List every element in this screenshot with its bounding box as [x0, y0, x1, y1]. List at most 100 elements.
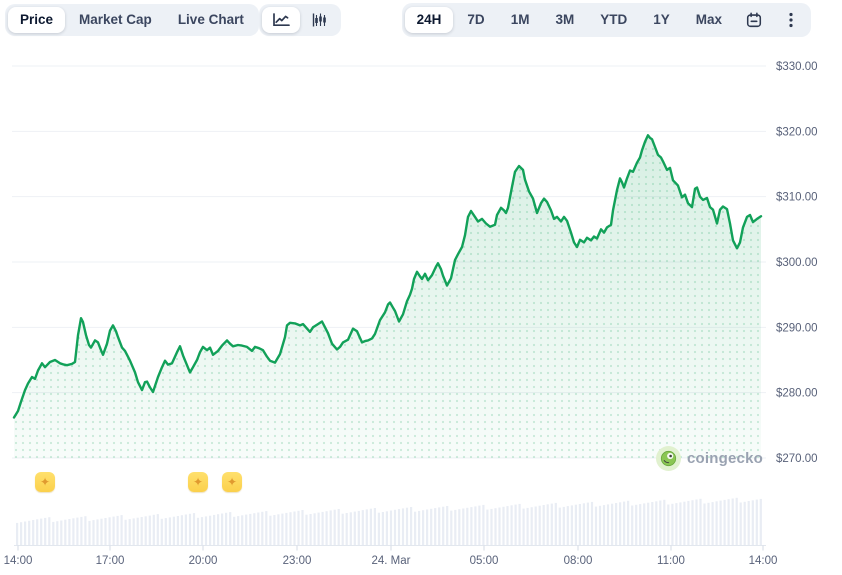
volume-bar — [454, 510, 456, 546]
volume-bar — [531, 507, 533, 545]
volume-bar — [382, 512, 384, 546]
volume-bar — [567, 506, 569, 545]
volume-bar — [310, 514, 312, 546]
price-area-dots — [14, 135, 761, 458]
volume-bar — [555, 503, 557, 546]
volume-bar — [482, 505, 484, 546]
x-axis-label: 11:00 — [657, 555, 685, 567]
volume-bar — [720, 501, 722, 546]
volume-bar — [740, 503, 742, 546]
volume-bar — [24, 522, 26, 546]
volume-bar — [438, 507, 440, 545]
volume-bar — [627, 501, 629, 546]
volume-bar — [756, 500, 758, 546]
volume-bar — [92, 520, 94, 545]
volume-bar — [253, 513, 255, 545]
volume-bar — [157, 514, 159, 545]
x-axis-label: 14:00 — [4, 555, 33, 567]
volume-bar — [418, 511, 420, 546]
volume-bar — [607, 504, 609, 545]
volume-bar — [245, 515, 247, 546]
volume-bar — [515, 505, 517, 546]
event-marker-badge[interactable]: ✦ — [35, 472, 55, 492]
volume-bar — [523, 509, 525, 546]
tab-market-cap[interactable]: Market Cap — [67, 7, 164, 33]
volume-bars — [16, 498, 762, 546]
volume-bar — [430, 509, 432, 546]
volume-bar — [314, 513, 316, 545]
volume-bar — [716, 501, 718, 545]
volume-bar — [133, 518, 135, 545]
volume-bar — [330, 510, 332, 545]
volume-bar — [181, 515, 183, 545]
volume-bar — [60, 521, 62, 546]
candlestick-chart-button[interactable] — [302, 7, 338, 33]
volume-bar — [402, 508, 404, 545]
time-range-tabs: 24H7D1M3MYTD1YMax — [402, 3, 811, 37]
price-chart-canvas[interactable]: $330.00$320.00$310.00$300.00$290.00$280.… — [0, 0, 842, 575]
volume-bar — [76, 518, 78, 546]
volume-bar — [273, 515, 275, 546]
range-tab-1y[interactable]: 1Y — [641, 7, 682, 33]
volume-bar — [169, 517, 171, 545]
sparkle-icon: ✦ — [193, 476, 203, 488]
volume-bar — [318, 513, 320, 546]
volume-bar — [125, 520, 127, 546]
range-tab-1m[interactable]: 1M — [499, 7, 542, 33]
x-axis-label: 17:00 — [96, 555, 125, 567]
volume-bar — [595, 507, 597, 546]
volume-bar — [350, 512, 352, 545]
volume-bar — [579, 504, 581, 546]
tab-live-chart[interactable]: Live Chart — [166, 7, 256, 33]
y-axis-label: $320.00 — [776, 126, 818, 138]
line-chart-button[interactable] — [262, 7, 300, 33]
volume-bar — [293, 512, 295, 546]
volume-bar — [563, 507, 565, 546]
volume-bar — [201, 517, 203, 545]
volume-bar — [394, 510, 396, 546]
volume-bar — [249, 514, 251, 546]
volume-bar — [728, 499, 730, 545]
range-tab-max[interactable]: Max — [684, 7, 734, 33]
volume-bar — [153, 515, 155, 546]
volume-bar — [543, 505, 545, 546]
volume-bar — [96, 519, 98, 545]
range-tab-7d[interactable]: 7D — [455, 7, 496, 33]
volume-bar — [744, 502, 746, 546]
range-tab-3m[interactable]: 3M — [543, 7, 586, 33]
volume-bar — [647, 503, 649, 546]
y-axis-label: $290.00 — [776, 322, 818, 334]
volume-bar — [121, 515, 123, 545]
gecko-logo-icon — [656, 446, 681, 471]
volume-bar — [229, 512, 231, 545]
volume-bar — [760, 499, 762, 546]
range-tab-24h[interactable]: 24H — [405, 7, 454, 33]
volume-bar — [703, 504, 705, 546]
volume-bar — [217, 514, 219, 545]
volume-bar — [32, 520, 34, 546]
tab-price[interactable]: Price — [8, 7, 65, 33]
y-axis-label: $300.00 — [776, 257, 818, 269]
calendar-button[interactable] — [736, 6, 772, 34]
range-tab-ytd[interactable]: YTD — [588, 7, 639, 33]
volume-bar — [261, 512, 263, 546]
volume-bar — [386, 511, 388, 545]
volume-bar — [486, 510, 488, 546]
volume-bar — [426, 510, 428, 546]
volume-bar — [659, 501, 661, 546]
volume-bar — [285, 513, 287, 546]
volume-bar — [398, 509, 400, 545]
event-marker-badge[interactable]: ✦ — [222, 472, 242, 492]
x-axis-label: 24. Mar — [372, 555, 411, 567]
volume-bar — [100, 519, 102, 546]
event-marker-badge[interactable]: ✦ — [188, 472, 208, 492]
volume-bar — [237, 516, 239, 545]
volume-bar — [539, 506, 541, 546]
volume-bar — [289, 512, 291, 545]
kebab-menu-button[interactable] — [774, 6, 808, 34]
volume-bar — [28, 521, 30, 546]
volume-bar — [109, 517, 111, 545]
volume-bar — [410, 507, 412, 546]
volume-bar — [374, 508, 376, 546]
y-axis-label: $280.00 — [776, 388, 818, 400]
